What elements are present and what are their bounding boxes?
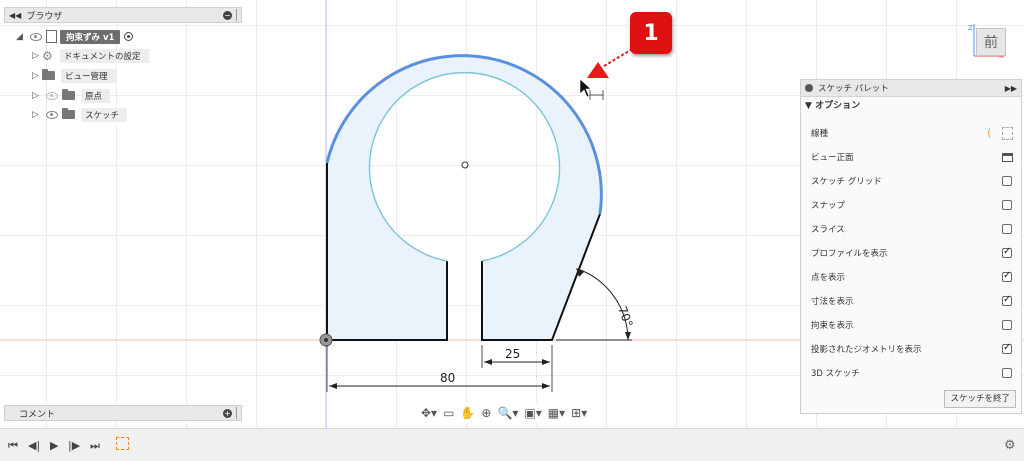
- show-constraints-checkbox[interactable]: [1002, 320, 1012, 330]
- folder-icon: [62, 108, 75, 119]
- palette-row-show-profile[interactable]: プロファイルを表示: [811, 242, 1016, 264]
- tree-item-view-manager[interactable]: ▷ ビュー管理: [32, 68, 116, 83]
- palette-row-sketch-grid[interactable]: スケッチ グリッド: [811, 170, 1016, 192]
- construction-linetype-icon[interactable]: ⟨: [980, 128, 998, 139]
- expand-right-icon[interactable]: ▷: [32, 110, 42, 120]
- expand-down-icon[interactable]: ◢: [16, 32, 26, 42]
- comment-title: コメント: [19, 409, 56, 420]
- pan-hand-icon[interactable]: ✋: [460, 406, 475, 420]
- step-back-icon[interactable]: ◀|: [28, 439, 40, 452]
- play-icon[interactable]: ▶: [50, 439, 58, 452]
- tree-item-label: ビュー管理: [61, 68, 116, 83]
- tree-item-origin[interactable]: ▷ 原点: [32, 88, 111, 103]
- step-callout-badge: 1: [630, 12, 672, 54]
- palette-row-show-projected[interactable]: 投影されたジオメトリを表示: [811, 338, 1016, 360]
- navigation-toolbar: ✥▾ ▭ ✋ ⊕ 🔍▾ ▣▾ ▦▾ ⊞▾: [418, 403, 591, 423]
- browser-header[interactable]: ◀◀ ブラウザ −: [4, 7, 242, 23]
- grid-settings-icon[interactable]: ▦▾: [548, 406, 565, 420]
- component-icon: [46, 30, 57, 43]
- show-dimensions-checkbox[interactable]: [1002, 294, 1012, 306]
- gear-icon: ⚙: [42, 48, 53, 63]
- tree-item-label: スケッチ: [81, 107, 128, 122]
- folder-icon: [62, 89, 75, 100]
- tree-item-label: ドキュメントの設定: [60, 48, 149, 63]
- activate-target-icon[interactable]: [124, 32, 134, 41]
- palette-row-show-dimensions[interactable]: 寸法を表示: [811, 290, 1016, 312]
- dimension-80-label: 80: [440, 371, 455, 385]
- expand-right-icon[interactable]: ▷: [32, 91, 42, 101]
- browser-title: ブラウザ: [26, 11, 63, 22]
- palette-row-look-at: ビュー正面: [811, 146, 1016, 168]
- origin-center: [324, 338, 328, 342]
- visibility-eye-icon[interactable]: [30, 32, 42, 41]
- timeline-bar: ⏮ ◀| ▶ |▶ ⏭ ⚙: [0, 428, 1024, 461]
- dimension-25-label: 25: [505, 347, 520, 361]
- angle-arc: [577, 268, 629, 341]
- palette-row-snap[interactable]: スナップ: [811, 194, 1016, 216]
- center-point: [461, 161, 469, 169]
- palette-row-show-points[interactable]: 点を表示: [811, 266, 1016, 288]
- tree-root[interactable]: ◢ 拘束ずみ v1: [16, 29, 134, 44]
- expand-right-icon[interactable]: ▷: [32, 71, 42, 81]
- divider: [236, 407, 237, 419]
- collapse-arrows-icon[interactable]: ◀◀: [9, 11, 21, 20]
- palette-header[interactable]: スケッチ パレット ▶▶: [801, 80, 1021, 97]
- show-profile-checkbox[interactable]: [1002, 246, 1012, 258]
- dimension-angle-label: 70°: [615, 304, 635, 329]
- show-projected-geometry-checkbox[interactable]: [1002, 342, 1012, 354]
- visibility-eye-off-icon[interactable]: [46, 91, 58, 100]
- go-to-end-icon[interactable]: ⏭: [90, 439, 100, 453]
- 3d-sketch-checkbox[interactable]: [1002, 368, 1012, 378]
- slice-checkbox[interactable]: [1002, 224, 1012, 234]
- centerline-linetype-icon[interactable]: [998, 126, 1016, 140]
- z-axis-label: Z: [968, 24, 973, 32]
- visibility-eye-icon[interactable]: [46, 110, 58, 119]
- go-to-start-icon[interactable]: ⏮: [8, 439, 18, 453]
- palette-row-linetype: 線種 ⟨: [811, 122, 1016, 144]
- tree-item-document-settings[interactable]: ▷ ⚙ ドキュメントの設定: [32, 48, 149, 63]
- palette-row-slice[interactable]: スライス: [811, 218, 1016, 240]
- palette-title: スケッチ パレット: [818, 84, 889, 94]
- minimize-icon[interactable]: −: [223, 10, 232, 20]
- add-comment-icon[interactable]: +: [223, 408, 232, 418]
- collapse-down-icon: ▼: [805, 101, 812, 111]
- profile-region: [327, 55, 602, 340]
- browser-panel: ◀◀ ブラウザ − ◢ 拘束ずみ v1 ▷ ⚙ ドキュメントの設定 ▷ ビュー管…: [4, 7, 242, 122]
- orbit-icon[interactable]: ✥▾: [421, 406, 437, 420]
- mouse-cursor: [579, 78, 592, 98]
- tree-item-sketch[interactable]: ▷ スケッチ: [32, 107, 128, 122]
- viewcube-front-face[interactable]: 前: [976, 28, 1006, 56]
- display-settings-icon[interactable]: ▣▾: [524, 406, 541, 420]
- step-forward-icon[interactable]: |▶: [68, 439, 80, 452]
- options-section-header[interactable]: ▼ オプション: [801, 97, 1021, 115]
- show-points-checkbox[interactable]: [1002, 270, 1012, 282]
- zoom-icon[interactable]: ⊕: [481, 406, 491, 420]
- viewcube[interactable]: Z X 前: [966, 22, 1006, 60]
- comment-header[interactable]: コメント +: [4, 405, 242, 421]
- look-at-icon[interactable]: ▭: [443, 406, 454, 420]
- viewports-icon[interactable]: ⊞▾: [571, 406, 587, 420]
- sketch-grid-checkbox[interactable]: [1002, 176, 1012, 186]
- gear-icon[interactable]: ⚙: [1004, 438, 1016, 453]
- comment-panel: コメント +: [4, 405, 242, 421]
- finish-sketch-button[interactable]: スケッチを終了: [944, 390, 1016, 408]
- expand-arrows-icon[interactable]: ▶▶: [1005, 84, 1017, 93]
- palette-row-3d-sketch[interactable]: 3D スケッチ: [811, 362, 1016, 384]
- snap-checkbox[interactable]: [1002, 200, 1012, 210]
- tree-root-label: 拘束ずみ v1: [60, 29, 121, 44]
- sketch-palette: スケッチ パレット ▶▶ ▼ オプション 線種 ⟨ ビュー正面 スケッチ グリッ…: [800, 79, 1022, 414]
- minimize-icon[interactable]: [805, 84, 813, 92]
- folder-icon: [42, 69, 55, 80]
- expand-right-icon[interactable]: ▷: [32, 51, 42, 61]
- tree-item-label: 原点: [81, 88, 111, 103]
- sketch-timeline-item-icon[interactable]: [116, 437, 129, 453]
- look-at-icon[interactable]: [998, 152, 1016, 162]
- palette-row-show-constraints[interactable]: 拘束を表示: [811, 314, 1016, 336]
- divider: [236, 9, 237, 21]
- zoom-window-icon[interactable]: 🔍▾: [497, 406, 518, 420]
